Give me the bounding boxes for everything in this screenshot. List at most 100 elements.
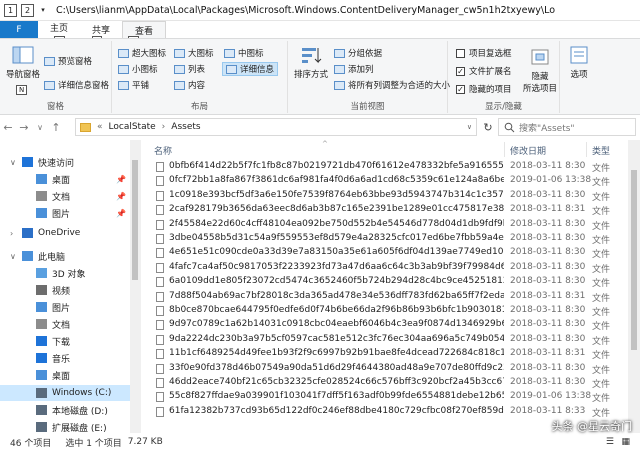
file-list-scrollbar[interactable] bbox=[628, 140, 640, 433]
tab-file[interactable]: F bbox=[0, 21, 38, 38]
file-row[interactable]: 2f45584e22d60c4cff48104ea092be750d552b4e… bbox=[142, 218, 628, 232]
address-dropdown-icon[interactable]: ∨ bbox=[467, 123, 472, 131]
file-row[interactable]: 55c8f827ffdae9a039901f103041f7dff5f163ad… bbox=[142, 390, 628, 404]
nav-item-music[interactable]: 音乐 bbox=[0, 350, 130, 366]
nav-item-label: 图片 bbox=[52, 303, 71, 314]
nav-item-onedrive[interactable]: OneDrive › bbox=[0, 225, 130, 241]
nav-item-quick-desktop[interactable]: 桌面 📌 bbox=[0, 171, 130, 187]
file-row[interactable]: 7d88f504ab69ac7bf28018c3da365ad478e34e53… bbox=[142, 290, 628, 304]
fit-columns-button[interactable]: 将所有列调整为合适的大小 bbox=[334, 79, 450, 91]
recent-dropdown-icon[interactable]: ∨ bbox=[32, 123, 48, 132]
refresh-icon[interactable]: ↻ bbox=[480, 121, 496, 134]
layout-list[interactable]: 列表 bbox=[174, 63, 205, 75]
nav-item-3d-objects[interactable]: 3D 对象 bbox=[0, 265, 130, 281]
file-row[interactable]: 4e651e51c090cde0a33d39e7a83150a35e61a605… bbox=[142, 246, 628, 260]
file-row[interactable]: 6a0109dd1e805f23072cd5474c3652460f5b724b… bbox=[142, 275, 628, 289]
item-checkboxes-toggle[interactable]: 项目复选框 bbox=[456, 47, 512, 59]
group-layout-label: 布局 bbox=[190, 102, 208, 112]
layout-details-label: 详细信息 bbox=[240, 65, 275, 75]
file-row[interactable]: 11b1cf6489254d49fee1b93f2f9c6997b92b91ba… bbox=[142, 347, 628, 361]
layout-small-icons[interactable]: 小图标 bbox=[118, 63, 158, 75]
nav-pane-button[interactable]: 导航窗格 bbox=[6, 45, 40, 80]
layout-medium-icons[interactable]: 中图标 bbox=[224, 47, 264, 59]
qat-key-2[interactable]: 2 bbox=[21, 3, 34, 17]
file-row[interactable]: 0fcf72bb1a8fa867f3861dc6af981fa4f0d6a6ad… bbox=[142, 174, 628, 188]
item-checkboxes-checkbox[interactable] bbox=[456, 48, 465, 58]
file-row[interactable]: 2caf928179b3656da63eec8d6ab3b87c165e2391… bbox=[142, 203, 628, 217]
expand-chevron-icon[interactable]: › bbox=[10, 229, 13, 238]
nav-scrollbar[interactable] bbox=[130, 140, 140, 433]
file-row[interactable]: 3dbe04558b5d31c54a9f559553ef8d579e4a2832… bbox=[142, 232, 628, 246]
layout-details[interactable]: 详细信息 bbox=[222, 62, 279, 76]
file-extensions-checkbox[interactable]: ✓ bbox=[456, 66, 465, 76]
breadcrumb-overflow-icon[interactable]: « bbox=[97, 122, 103, 132]
column-divider[interactable] bbox=[586, 142, 587, 157]
hide-selected-icon bbox=[531, 49, 549, 65]
group-by-button[interactable]: 分组依据 bbox=[334, 47, 382, 59]
file-row[interactable]: 46dd2eace740bf21c65cb32325cfe028524c66c5… bbox=[142, 376, 628, 390]
expand-chevron-icon[interactable]: ∨ bbox=[10, 252, 16, 261]
nav-item-videos[interactable]: 视频 bbox=[0, 282, 130, 298]
hide-selected-button[interactable]: 隐藏 所选项目 bbox=[520, 47, 560, 94]
file-date: 2018-03-11 8:30 bbox=[510, 161, 586, 171]
large-icons-view-icon[interactable]: ▦ bbox=[621, 437, 630, 447]
file-row[interactable]: 0bfb6f414d22b5f7fc1fb8c87b0219721db470f6… bbox=[142, 160, 628, 174]
qat-key-1[interactable]: 1 bbox=[4, 3, 17, 17]
hidden-items-toggle[interactable]: ✓ 隐藏的项目 bbox=[456, 83, 512, 95]
search-input[interactable]: 搜索"Assets" bbox=[498, 118, 636, 136]
layout-content[interactable]: 内容 bbox=[174, 79, 205, 91]
nav-item-drive-d[interactable]: 本地磁盘 (D:) bbox=[0, 402, 130, 418]
column-name[interactable]: 名称 bbox=[154, 144, 172, 157]
file-icon bbox=[156, 306, 164, 316]
qat-dropdown-icon[interactable]: ▾ bbox=[38, 3, 48, 17]
pin-icon[interactable]: 📌 bbox=[116, 175, 126, 184]
nav-scrollbar-thumb[interactable] bbox=[132, 160, 138, 280]
expand-chevron-icon[interactable]: ∨ bbox=[10, 158, 16, 167]
column-date[interactable]: 修改日期 bbox=[510, 144, 546, 157]
nav-item-pictures[interactable]: 图片 bbox=[0, 299, 130, 315]
back-icon[interactable]: ← bbox=[0, 121, 16, 134]
nav-item-quick-documents[interactable]: 文档 📌 bbox=[0, 188, 130, 204]
file-row[interactable]: 9da2224dc230b3a97b5cf0597cac581e512c3fc7… bbox=[142, 333, 628, 347]
file-date: 2018-03-11 8:31 bbox=[510, 204, 586, 215]
nav-item-quick-access[interactable]: 快速访问 ∨ bbox=[0, 154, 130, 170]
breadcrumb-localstate[interactable]: LocalState bbox=[109, 122, 156, 132]
address-bar[interactable]: « LocalState › Assets ∨ bbox=[75, 118, 477, 136]
file-list-scrollbar-thumb[interactable] bbox=[631, 170, 637, 350]
preview-pane-button[interactable]: 预览窗格 bbox=[44, 55, 92, 67]
details-view-icon[interactable]: ☰ bbox=[606, 437, 614, 447]
column-divider[interactable] bbox=[504, 142, 505, 157]
sort-by-button[interactable]: 排序方式 bbox=[292, 45, 330, 80]
file-row[interactable]: 33f0e90fd378d46b07549a90da51d6d29f464438… bbox=[142, 362, 628, 376]
nav-item-downloads[interactable]: 下载 bbox=[0, 333, 130, 349]
layout-large-icons[interactable]: 大图标 bbox=[174, 47, 214, 59]
file-extensions-toggle[interactable]: ✓ 文件扩展名 bbox=[456, 65, 512, 77]
forward-icon[interactable]: → bbox=[16, 121, 32, 134]
pin-icon[interactable]: 📌 bbox=[116, 192, 126, 201]
layout-tiles[interactable]: 平铺 bbox=[118, 79, 149, 91]
breadcrumb-assets[interactable]: Assets bbox=[171, 122, 200, 132]
up-icon[interactable]: ↑ bbox=[48, 121, 64, 134]
file-row[interactable]: 4fafc7ca4af50c9817053f2233923fd73a47d6aa… bbox=[142, 261, 628, 275]
nav-item-drive-c[interactable]: Windows (C:) bbox=[0, 385, 130, 401]
nav-item-this-pc[interactable]: 此电脑 ∨ bbox=[0, 248, 130, 264]
options-button[interactable]: 选项 bbox=[564, 45, 594, 80]
nav-item-quick-pictures[interactable]: 图片 📌 bbox=[0, 205, 130, 221]
nav-item-desktop[interactable]: 桌面 bbox=[0, 367, 130, 383]
layout-xl-icons[interactable]: 超大图标 bbox=[118, 47, 166, 59]
details-pane-button[interactable]: 详细信息窗格 bbox=[44, 79, 109, 91]
file-type: 文件 bbox=[592, 351, 611, 362]
pin-icon[interactable]: 📌 bbox=[116, 209, 126, 218]
layout-large-label: 大图标 bbox=[188, 49, 214, 59]
file-icon bbox=[156, 334, 164, 345]
hidden-items-checkbox[interactable]: ✓ bbox=[456, 84, 465, 94]
column-type[interactable]: 类型 bbox=[592, 144, 610, 157]
nav-item-label: 桌面 bbox=[52, 371, 71, 382]
file-row[interactable]: 9d97c0789c1a62b14031c0918cbc04eaebf6046b… bbox=[142, 318, 628, 332]
nav-item-drive-e[interactable]: 扩展磁盘 (E:) bbox=[0, 419, 130, 433]
file-row[interactable]: 8b0ce870bcae644795f0edfe6d0f74b6be66da2f… bbox=[142, 304, 628, 318]
nav-item-documents[interactable]: 文档 bbox=[0, 316, 130, 332]
desktop-icon bbox=[36, 370, 47, 380]
add-column-button[interactable]: 添加列 bbox=[334, 63, 374, 75]
file-row[interactable]: 1c0918e393bcf5df3a6e150fe7539f8764eb63bb… bbox=[142, 189, 628, 203]
